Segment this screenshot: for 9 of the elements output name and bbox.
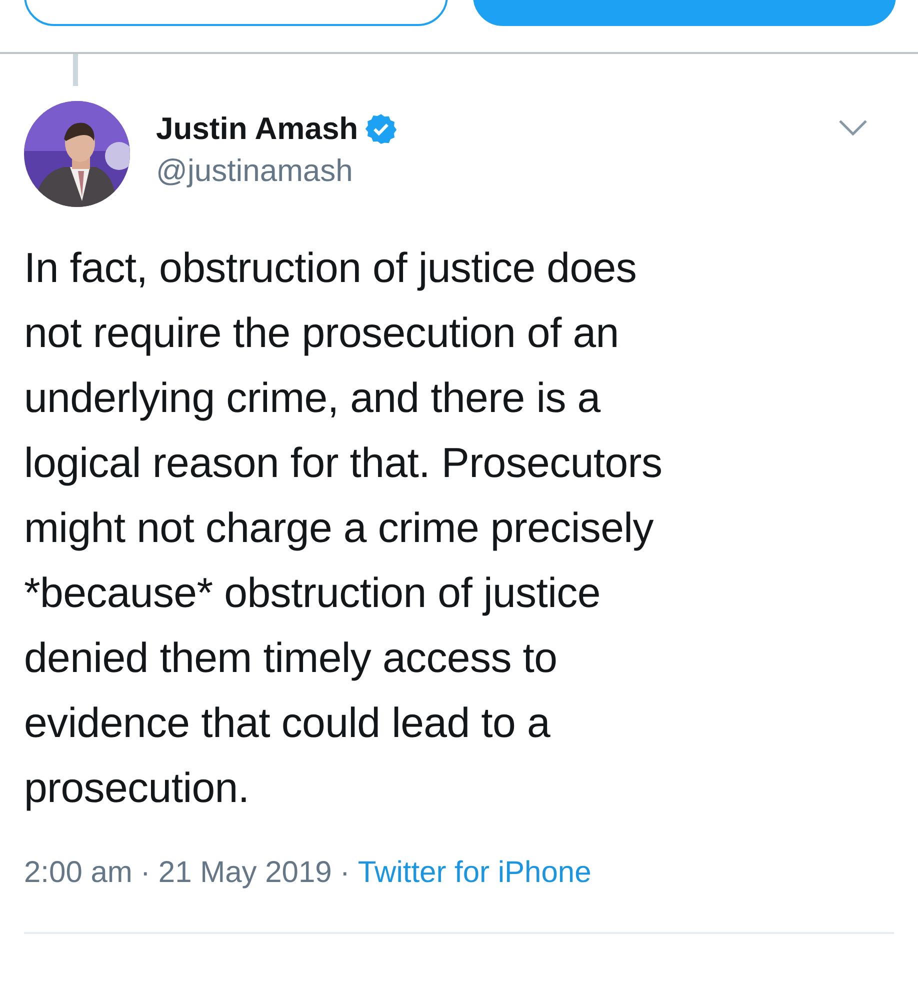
tweet-time: 2:00 am [24, 856, 132, 890]
separator-dot: · [140, 856, 150, 890]
tweet-text: In fact, obstruction of justice does not require the prosecution of an underlying crime, and there is a logical reason for that. Prosecutors might not charge a crime precisely *because* obstruction of justice denied them timely access to evidence that could lead to a prosecution. [24, 243, 664, 813]
user-handle: @justinamash [156, 153, 354, 189]
tweet-date: 21 May 2019 [158, 856, 332, 890]
separator-dot: · [340, 856, 350, 890]
chevron-down-icon[interactable] [838, 119, 868, 137]
user-name: Justin Amash [156, 111, 358, 147]
source-link[interactable]: Twitter for iPhone [358, 856, 592, 890]
